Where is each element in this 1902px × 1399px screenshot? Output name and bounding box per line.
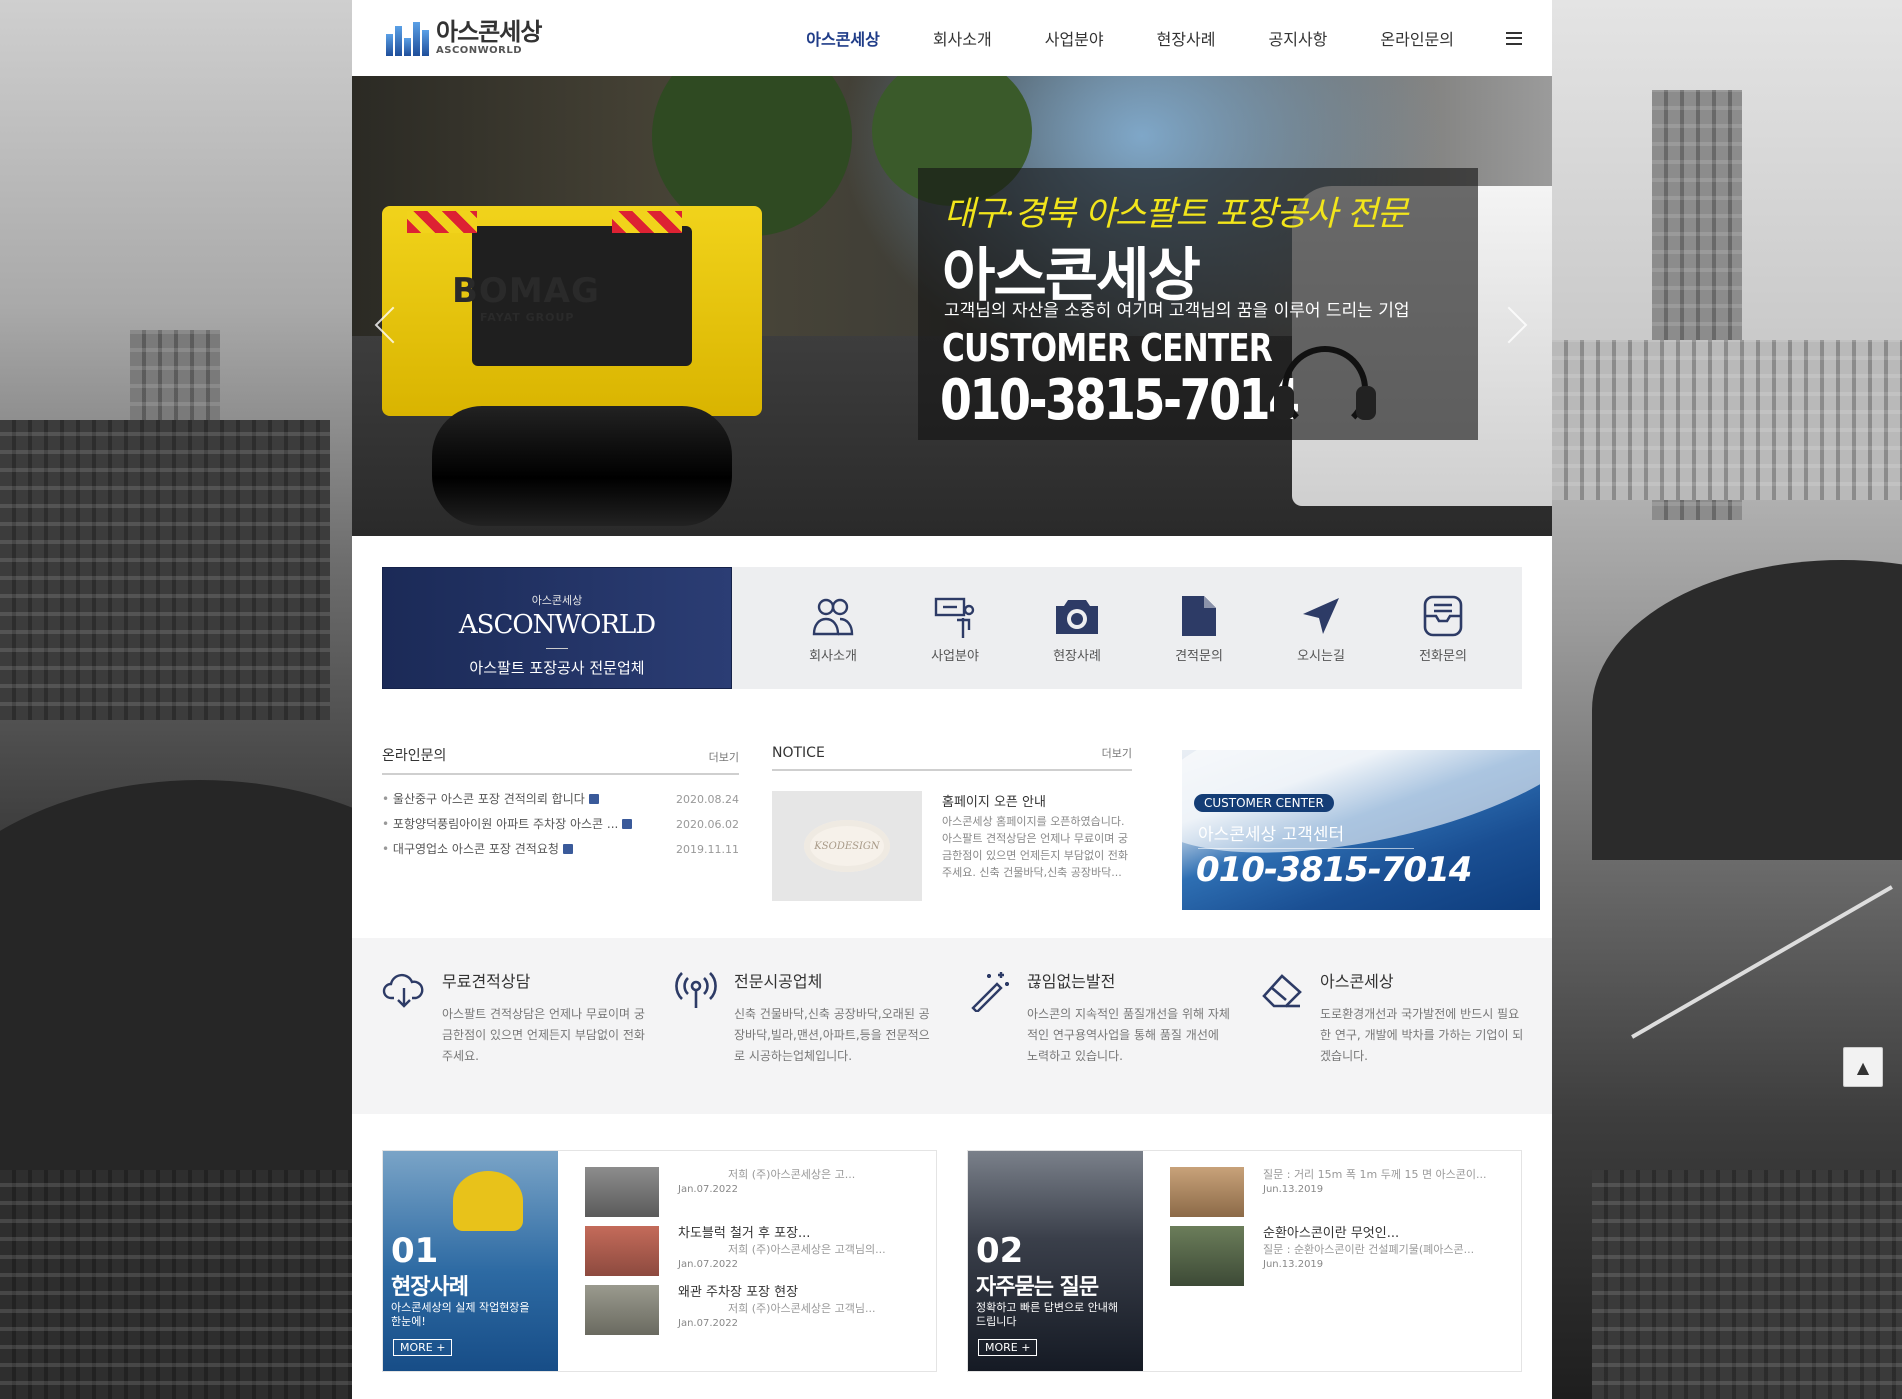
message-box-icon xyxy=(1382,593,1504,639)
camera-icon xyxy=(1016,593,1138,639)
quick-item-phone[interactable]: 전화문의 xyxy=(1382,593,1504,664)
users-icon xyxy=(772,593,894,639)
file-icon xyxy=(562,844,573,854)
site-header: 아스콘세상 ASCONWORLD 아스콘세상 회사소개 사업분야 현장사례 공지… xyxy=(352,0,1552,76)
quick-item-company[interactable]: 회사소개 xyxy=(772,593,894,664)
post-thumbnail xyxy=(585,1226,659,1276)
logo-mark-icon xyxy=(386,22,430,56)
nav-item-company[interactable]: 회사소개 xyxy=(933,26,992,50)
cs-label: CUSTOMER CENTER xyxy=(1194,794,1334,812)
background-hill xyxy=(1592,560,1902,860)
notice-post-body: 아스콘세상 홈페이지를 오픈하였습니다. 아스팔트 견적상담은 언제나 무료이며… xyxy=(942,815,1129,879)
quick-menu: 아스콘세상 ASCONWORLD 아스팔트 포장공사 전문업체 회사소개 사업분… xyxy=(382,567,1522,689)
eraser-icon xyxy=(1262,974,1302,1008)
notice-seal-image: KSODESIGN xyxy=(804,820,890,872)
list-item[interactable]: 울산중구 아스콘 포장 견적의뢰 합니다2020.08.24 xyxy=(382,787,739,812)
logo-text-english: ASCONWORLD xyxy=(436,45,523,56)
quick-brand-box: 아스콘세상 ASCONWORLD 아스팔트 포장공사 전문업체 xyxy=(382,567,732,689)
board-inquiry-title: 온라인문의 xyxy=(382,748,447,764)
faq-more-button[interactable]: MORE + xyxy=(978,1339,1038,1356)
gallery-cases: 01 현장사례 아스콘세상의 실제 작업현장을 한눈에! MORE + 저희 (… xyxy=(382,1150,937,1372)
scroll-to-top-button[interactable]: ▲ xyxy=(1843,1047,1883,1087)
board-notice-more-link[interactable]: 더보기 xyxy=(1102,745,1132,761)
list-item[interactable]: 왜관 주차장 포장 현장 저희 (주)아스콘세상은 고객님... Jan.07.… xyxy=(583,1285,923,1344)
file-icon xyxy=(588,794,599,804)
list-item[interactable]: 포항양덕풍림아이원 아파트 주차장 아스콘 ...2020.06.02 xyxy=(382,812,739,837)
quick-brand-desc: 아스팔트 포장공사 전문업체 xyxy=(469,659,645,677)
quick-item-business[interactable]: 사업분야 xyxy=(894,593,1016,664)
file-icon xyxy=(622,819,633,829)
hero-slider: BOMAG FAYAT GROUP 대구·경북 아스팔트 포장공사 전문 아스콘… xyxy=(352,76,1552,536)
feature-asconworld: 아스콘세상 도로환경개선과 국가발전에 반드시 필요한 연구, 개발에 박차를 … xyxy=(1260,968,1540,1067)
background-road-light xyxy=(1631,885,1893,1039)
feature-expert: 전문시공업체 신축 건물바닥,신축 공장바닥,오래된 공장바닥,빌라,맨션,아파… xyxy=(674,968,954,1067)
customer-center-banner[interactable]: CUSTOMER CENTER 아스콘세상 고객센터 010-3815-7014 xyxy=(1182,750,1540,910)
hero-roller-drum xyxy=(432,406,732,526)
board-notice: NOTICE 더보기 KSODESIGN 홈페이지 오픈 안내 아스콘세상 홈페… xyxy=(772,745,1132,915)
nav-item-cases[interactable]: 현장사례 xyxy=(1157,26,1216,50)
hero-subtitle: 고객님의 자산을 소중히 여기며 고객님의 꿈을 이루어 드리는 기업 xyxy=(944,301,1410,321)
quick-item-estimate[interactable]: 견적문의 xyxy=(1138,593,1260,664)
site-logo[interactable]: 아스콘세상 ASCONWORLD xyxy=(386,18,542,56)
board-inquiry: 온라인문의 더보기 울산중구 아스콘 포장 견적의뢰 합니다2020.08.24… xyxy=(382,745,739,862)
post-thumbnail xyxy=(585,1167,659,1217)
post-thumbnail xyxy=(585,1285,659,1335)
quick-item-directions[interactable]: 오시는길 xyxy=(1260,593,1382,664)
slider-next-arrow-icon[interactable] xyxy=(1486,296,1546,356)
cloud-download-icon xyxy=(382,973,424,1008)
headset-icon xyxy=(1274,346,1376,432)
hero-machine-brand: BOMAG FAYAT GROUP xyxy=(452,271,600,324)
quick-item-cases[interactable]: 현장사례 xyxy=(1016,593,1138,664)
nav-item-inquiry[interactable]: 온라인문의 xyxy=(1380,26,1454,50)
background-building xyxy=(1552,340,1902,500)
nav-item-business[interactable]: 사업분야 xyxy=(1045,26,1104,50)
quick-brand-title: ASCONWORLD xyxy=(458,610,656,640)
gallery-faq: 02 자주묻는 질문 정확하고 빠른 답변으로 안내해드립니다 MORE + 질… xyxy=(967,1150,1522,1372)
cases-more-button[interactable]: MORE + xyxy=(393,1339,453,1356)
navigation-arrow-icon xyxy=(1260,593,1382,639)
cs-phone: 010-3815-7014 xyxy=(1196,850,1472,890)
list-item[interactable]: 저희 (주)아스콘세상은 고... Jan.07.2022 xyxy=(583,1167,923,1226)
document-icon xyxy=(1138,593,1260,639)
list-item[interactable]: 순환아스콘이란 무엇인... 질문 : 순환아스콘이란 건설폐기물(폐아스콘..… xyxy=(1168,1226,1508,1286)
cs-name: 아스콘세상 고객센터 xyxy=(1198,825,1345,845)
signpost-icon xyxy=(894,593,1016,639)
magic-wand-icon xyxy=(971,972,1009,1012)
board-inquiry-more-link[interactable]: 더보기 xyxy=(709,749,739,765)
nav-item-notice[interactable]: 공지사항 xyxy=(1269,26,1328,50)
main-container: 아스콘세상 ASCONWORLD 아스콘세상 회사소개 사업분야 현장사례 공지… xyxy=(352,0,1552,1399)
board-notice-title: NOTICE xyxy=(772,745,825,761)
post-thumbnail xyxy=(1170,1226,1244,1286)
feature-development: 끊임없는발전 아스콘의 지속적인 품질개선을 위해 자체적인 연구용역사업을 통… xyxy=(967,968,1247,1067)
faq-cover[interactable]: 02 자주묻는 질문 정확하고 빠른 답변으로 안내해드립니다 MORE + xyxy=(968,1151,1143,1371)
background-building xyxy=(0,1170,352,1399)
helmet-image xyxy=(453,1171,523,1231)
notice-post-title[interactable]: 홈페이지 오픈 안내 xyxy=(942,791,1046,810)
broadcast-icon xyxy=(675,972,717,1008)
quick-brand-small: 아스콘세상 xyxy=(531,594,583,607)
cases-cover[interactable]: 01 현장사례 아스콘세상의 실제 작업현장을 한눈에! MORE + xyxy=(383,1151,558,1371)
menu-hamburger-icon[interactable] xyxy=(1506,31,1522,45)
background-right xyxy=(1552,0,1902,1399)
list-item[interactable]: 대구영업소 아스콘 포장 견적요청2019.11.11 xyxy=(382,837,739,862)
arrow-up-icon: ▲ xyxy=(1856,1057,1870,1077)
hero-phone: 010-3815-7014 xyxy=(940,368,1300,433)
features-section: 무료견적상담 아스팔트 견적상담은 언제나 무료이며 궁금한점이 있으면 언제든… xyxy=(352,938,1552,1114)
gallery-section: 01 현장사례 아스콘세상의 실제 작업현장을 한눈에! MORE + 저희 (… xyxy=(382,1150,1522,1372)
nav-item-asconworld[interactable]: 아스콘세상 xyxy=(806,26,880,50)
background-hill xyxy=(0,780,352,1180)
hero-customer-center: CUSTOMER CENTER xyxy=(942,326,1273,370)
slider-prev-arrow-icon[interactable] xyxy=(358,296,418,356)
feature-free-estimate: 무료견적상담 아스팔트 견적상담은 언제나 무료이며 궁금한점이 있으면 언제든… xyxy=(382,968,662,1067)
post-thumbnail xyxy=(1170,1167,1244,1217)
background-building xyxy=(0,420,330,720)
list-item[interactable]: 질문 : 거리 15m 폭 1m 두께 15 면 아스콘이... Jun.13.… xyxy=(1168,1167,1508,1226)
list-item[interactable]: 차도블럭 철거 후 포장... 저희 (주)아스콘세상은 고객님의... Jan… xyxy=(583,1226,923,1285)
notice-thumbnail[interactable]: KSODESIGN xyxy=(772,791,922,901)
logo-text-korean: 아스콘세상 xyxy=(436,18,542,46)
main-nav: 아스콘세상 회사소개 사업분야 현장사례 공지사항 온라인문의 xyxy=(753,0,1522,76)
background-left xyxy=(0,0,352,1399)
board-section: 온라인문의 더보기 울산중구 아스콘 포장 견적의뢰 합니다2020.08.24… xyxy=(382,745,1540,915)
background-building xyxy=(1592,1170,1902,1399)
